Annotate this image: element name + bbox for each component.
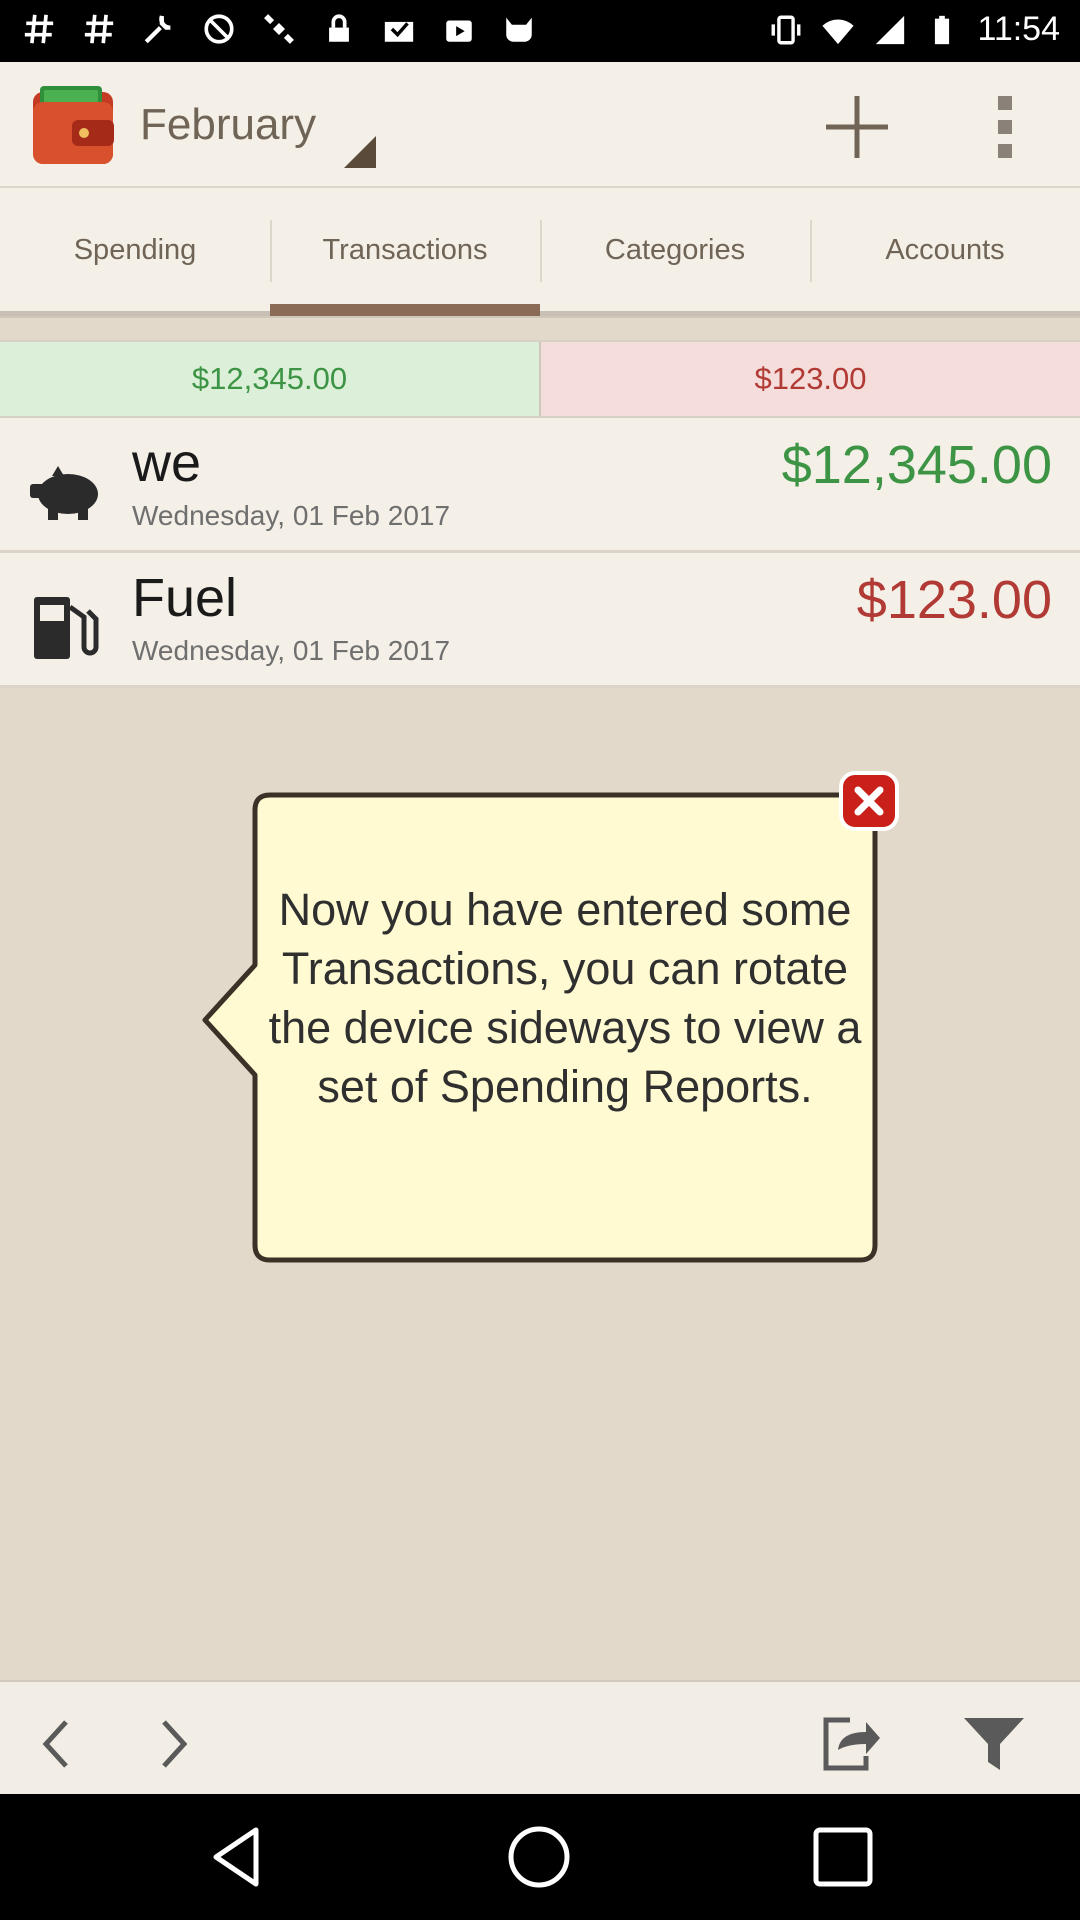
tip-message: Now you have entered some Transactions, … xyxy=(268,884,862,1112)
wifi-icon xyxy=(822,19,855,44)
transaction-date: Wednesday, 01 Feb 2017 xyxy=(132,500,451,531)
cat-icon xyxy=(506,17,532,42)
fuel-pump-icon xyxy=(34,597,99,659)
recents-icon[interactable] xyxy=(810,1824,876,1890)
transaction-row[interactable]: we Wednesday, 01 Feb 2017 $12,345.00 xyxy=(0,418,1080,553)
wrench-icon xyxy=(144,15,171,44)
mail-check-icon xyxy=(384,21,414,42)
income-total: $12,345.00 xyxy=(0,342,541,416)
back-icon[interactable] xyxy=(206,1824,272,1890)
chevron-right-icon[interactable] xyxy=(140,1712,204,1776)
tab-transactions[interactable]: Transactions xyxy=(270,188,540,316)
transaction-date: Wednesday, 01 Feb 2017 xyxy=(132,635,451,666)
transaction-name: we xyxy=(132,433,202,493)
tab-bar: Spending Transactions Categories Account… xyxy=(0,188,1080,318)
hashtag-icon xyxy=(24,14,54,44)
tab-categories[interactable]: Categories xyxy=(540,188,810,316)
tab-indicator xyxy=(810,311,1080,316)
overflow-menu-icon[interactable] xyxy=(990,92,1020,162)
tab-accounts[interactable]: Accounts xyxy=(810,188,1080,316)
system-icons: 11:54 xyxy=(769,10,1060,49)
filter-icon[interactable] xyxy=(962,1712,1026,1776)
expense-total: $123.00 xyxy=(541,342,1080,416)
totals-bar: $12,345.00 $123.00 xyxy=(0,340,1080,418)
tab-label: Accounts xyxy=(885,234,1005,266)
transaction-list: we Wednesday, 01 Feb 2017 $12,345.00 Fue… xyxy=(0,418,1080,688)
tab-indicator xyxy=(270,304,540,316)
system-nav-bar xyxy=(0,1794,1080,1920)
tab-label: Spending xyxy=(73,234,197,266)
close-icon[interactable] xyxy=(838,770,900,832)
tab-label: Transactions xyxy=(322,234,488,266)
chevron-left-icon[interactable] xyxy=(26,1712,90,1776)
signal-icon xyxy=(876,15,905,44)
transaction-amount: $12,345.00 xyxy=(781,435,1052,495)
month-selector[interactable]: February xyxy=(140,100,316,150)
battery-icon xyxy=(935,15,950,44)
piggy-bank-icon xyxy=(30,466,98,520)
transaction-amount: $123.00 xyxy=(856,570,1052,630)
plus-icon[interactable] xyxy=(822,92,892,162)
satellite-icon xyxy=(264,14,294,44)
clock: 11:54 xyxy=(977,10,1060,48)
wallet-icon[interactable] xyxy=(30,84,116,168)
transaction-name: Fuel xyxy=(132,568,238,628)
dropdown-caret-icon[interactable] xyxy=(344,136,376,168)
hashtag-icon xyxy=(84,14,114,44)
export-icon[interactable] xyxy=(820,1712,884,1776)
tab-label: Categories xyxy=(604,234,746,266)
tab-spending[interactable]: Spending xyxy=(0,188,270,316)
notification-icons xyxy=(22,12,536,46)
play-store-icon xyxy=(446,20,472,42)
lock-icon xyxy=(329,14,349,42)
bottom-toolbar xyxy=(0,1680,1080,1796)
tab-indicator xyxy=(540,311,810,316)
app-bar: February xyxy=(0,62,1080,188)
tab-indicator xyxy=(0,311,270,316)
status-bar: 11:54 xyxy=(0,0,1080,62)
vibrate-icon xyxy=(771,15,801,44)
home-icon[interactable] xyxy=(506,1824,572,1890)
transaction-row[interactable]: Fuel Wednesday, 01 Feb 2017 $123.00 xyxy=(0,553,1080,688)
blocked-icon xyxy=(204,14,234,44)
